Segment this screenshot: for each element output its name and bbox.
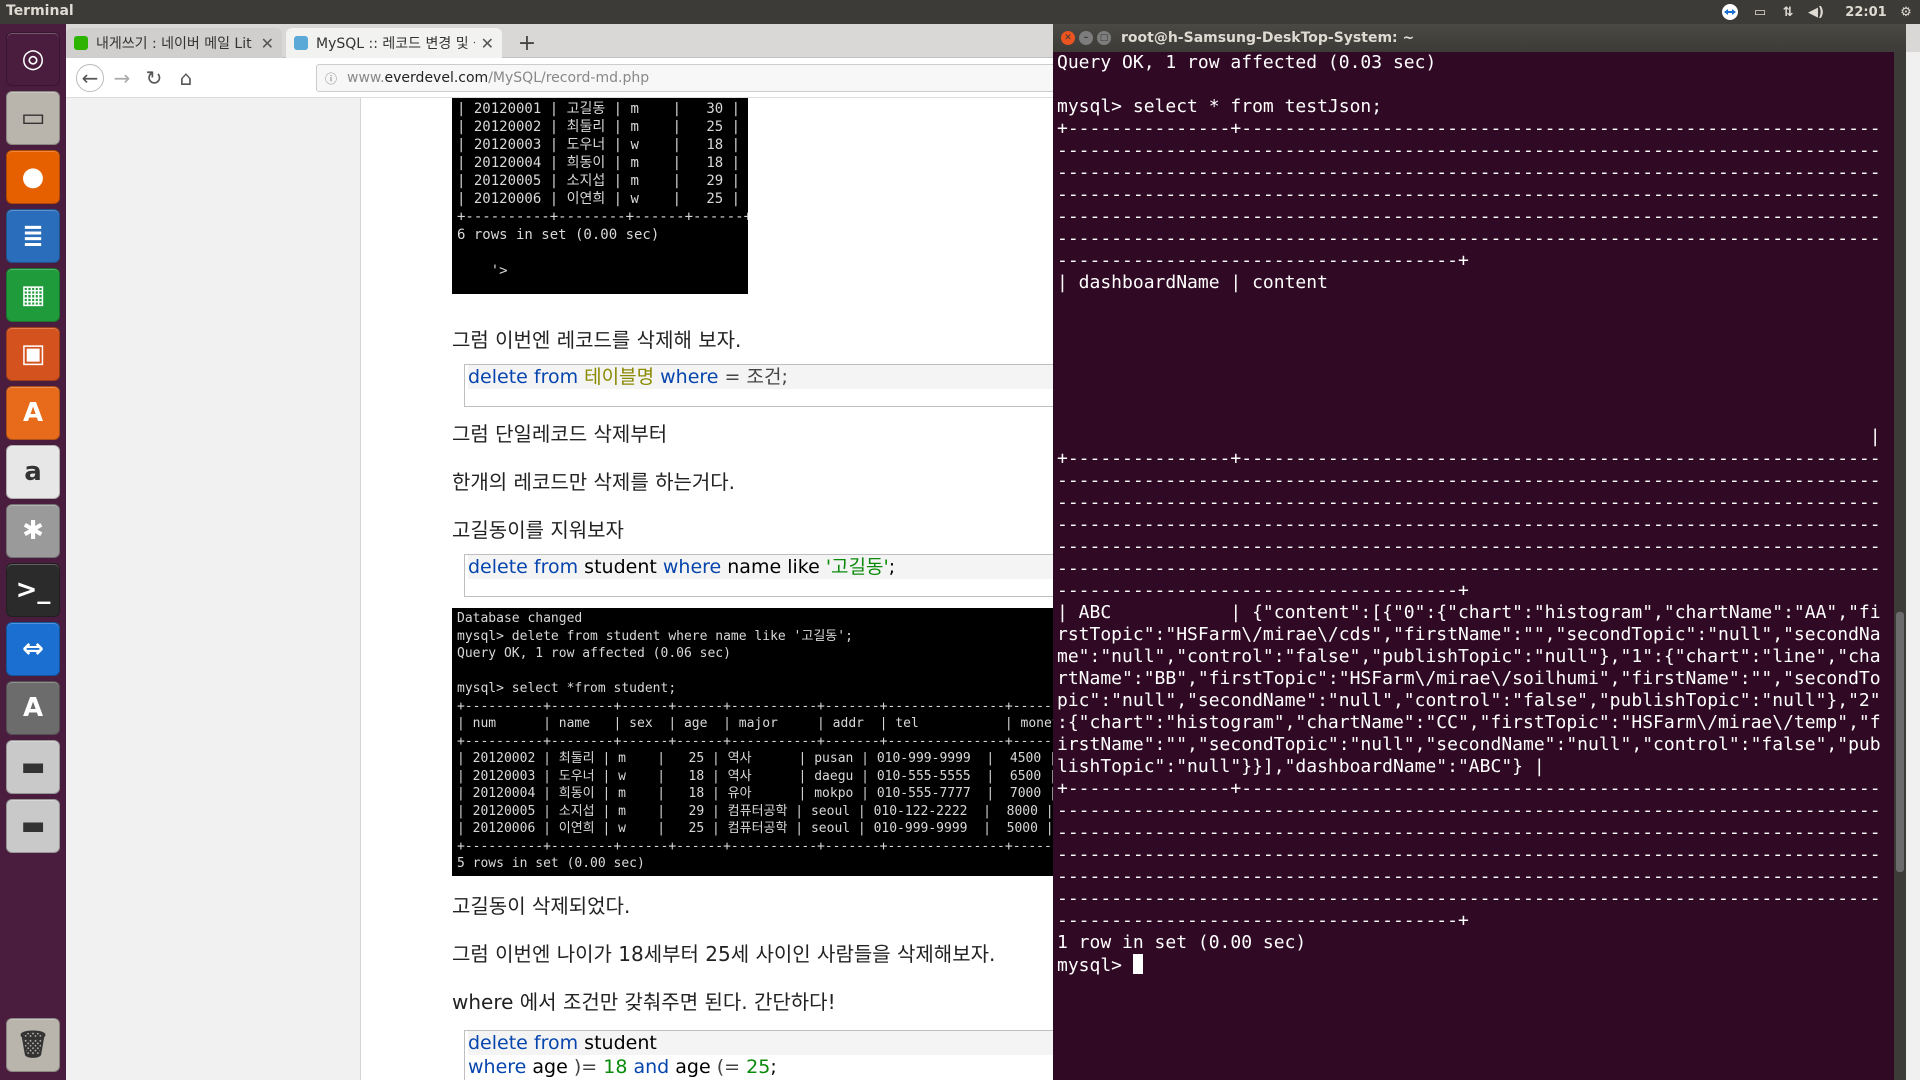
code-keyword: where xyxy=(660,366,719,388)
scrollbar-thumb[interactable] xyxy=(1896,612,1904,872)
code-keyword: delete from xyxy=(468,556,579,578)
code-string: '고길동' xyxy=(825,556,889,578)
files-icon[interactable]: ▭ xyxy=(6,91,60,145)
code-end: ; xyxy=(770,1056,777,1078)
teamviewer-icon[interactable] xyxy=(1718,0,1742,24)
terminal-scrollbar[interactable] xyxy=(1894,52,1906,1080)
close-button[interactable]: ✕ xyxy=(1061,31,1075,45)
home-button[interactable]: ⌂ xyxy=(172,64,200,92)
tab-mysql-record[interactable]: MySQL :: 레코드 변경 및 삭 ✕ xyxy=(286,28,502,58)
terminal-output[interactable]: Query OK, 1 row affected (0.03 sec) mysq… xyxy=(1053,52,1893,1080)
network-icon[interactable]: ⇅ xyxy=(1778,0,1798,24)
site-info-icon[interactable]: ⓘ xyxy=(325,70,337,87)
paragraph: 그럼 단일레코드 삭제부터 xyxy=(452,422,668,446)
software-updater-icon[interactable]: A xyxy=(6,681,60,735)
launcher: ◎ ▭ ● ≣ ▦ ▣ Aa ✱ >_ ⇔ A ▬ ▬ 🗑 xyxy=(0,24,66,1080)
keyboard-icon[interactable]: ▭ xyxy=(1748,0,1772,24)
url-bar[interactable]: ⓘ www. everdevel.com/MySQL/record-md.php xyxy=(316,64,1116,92)
reload-button[interactable]: ↻ xyxy=(140,64,168,92)
top-panel: Terminal ▭ ⇅ ◀) 22:01 ⚙ xyxy=(0,0,1920,24)
code-column: age xyxy=(675,1056,711,1078)
code-keyword: where xyxy=(662,556,722,578)
volume-icon[interactable]: ◀) xyxy=(1804,0,1828,24)
article-content: | 20120001 | 고길동 | m | 30 | | 20120002 |… xyxy=(386,98,1224,1080)
maximize-button[interactable]: □ xyxy=(1097,31,1111,45)
code-table: student xyxy=(584,1032,657,1054)
tab-title: 내게쓰기 : 네이버 메일 Lit xyxy=(96,36,252,52)
code-column: age xyxy=(532,1056,568,1078)
software-center-icon[interactable]: A xyxy=(6,386,60,440)
close-tab-icon[interactable]: ✕ xyxy=(481,34,494,53)
code-keyword: where xyxy=(468,1056,527,1078)
back-button[interactable]: ← xyxy=(76,64,104,92)
tab-title: MySQL :: 레코드 변경 및 삭 xyxy=(316,36,475,52)
amazon-icon[interactable]: a xyxy=(6,445,60,499)
code-rest: = 조건; xyxy=(724,366,788,388)
paragraph: 고길동이를 지워보자 xyxy=(452,518,624,542)
active-window-title: Terminal xyxy=(6,3,74,19)
everdevel-favicon-icon xyxy=(294,36,308,50)
code-end: ; xyxy=(888,556,896,578)
writer-icon[interactable]: ≣ xyxy=(6,209,60,263)
paragraph: 한개의 레코드만 삭제를 하는거다. xyxy=(452,470,736,494)
page-scrollbar[interactable] xyxy=(1906,52,1920,1080)
paragraph: where 에서 조건만 갖춰주면 된다. 간단하다! xyxy=(452,990,836,1014)
paragraph: 고길동이 삭제되었다. xyxy=(452,894,631,918)
clock[interactable]: 22:01 xyxy=(1844,0,1888,24)
terminal-screenshot-1: | 20120001 | 고길동 | m | 30 | | 20120002 |… xyxy=(452,98,748,294)
paragraph: 그럼 이번엔 레코드를 삭제해 보자. xyxy=(452,328,742,352)
code-keyword: delete from xyxy=(468,1032,579,1054)
naver-favicon-icon xyxy=(74,36,88,50)
terminal-icon[interactable]: >_ xyxy=(6,563,60,617)
teamviewer-icon[interactable]: ⇔ xyxy=(6,622,60,676)
close-tab-icon[interactable]: ✕ xyxy=(261,34,274,53)
code-keyword: delete from xyxy=(468,366,579,388)
settings-icon[interactable]: ✱ xyxy=(6,504,60,558)
text-cursor xyxy=(1132,954,1143,974)
forward-button[interactable]: → xyxy=(108,64,136,92)
calc-icon[interactable]: ▦ xyxy=(6,268,60,322)
code-table: student xyxy=(584,556,657,578)
code-operator: )= xyxy=(573,1056,598,1078)
drive-icon[interactable]: ▬ xyxy=(6,799,60,853)
url-prefix: www. xyxy=(347,70,385,86)
paragraph: 그럼 이번엔 나이가 18세부터 25세 사이인 사람들을 삭제해보자. xyxy=(452,942,996,966)
code-operator: (= xyxy=(716,1056,741,1078)
url-domain: everdevel.com xyxy=(384,70,489,86)
drive-icon[interactable]: ▬ xyxy=(6,740,60,794)
code-number: 25 xyxy=(746,1056,771,1078)
code-column: name like xyxy=(727,556,820,578)
terminal-title: root@h-Samsung-DeskTop-System: ~ xyxy=(1121,30,1415,46)
page-left-margin xyxy=(66,98,361,1080)
code-keyword: and xyxy=(633,1056,670,1078)
code-table: 테이블명 xyxy=(584,366,655,388)
ubuntu-dash-icon[interactable]: ◎ xyxy=(6,32,60,86)
url-path: /MySQL/record-md.php xyxy=(488,70,650,86)
code-number: 18 xyxy=(603,1056,628,1078)
gear-icon[interactable]: ⚙ xyxy=(1894,0,1918,24)
tab-naver-mail[interactable]: 내게쓰기 : 네이버 메일 Lit ✕ xyxy=(66,28,282,58)
terminal-titlebar[interactable]: ✕ – □ root@h-Samsung-DeskTop-System: ~ xyxy=(1053,24,1906,52)
terminal-window: ✕ – □ root@h-Samsung-DeskTop-System: ~ Q… xyxy=(1053,24,1906,1080)
impress-icon[interactable]: ▣ xyxy=(6,327,60,381)
terminal-screenshot-2: Database changed mysql> delete from stud… xyxy=(452,608,1100,876)
firefox-icon[interactable]: ● xyxy=(6,150,60,204)
trash-icon[interactable]: 🗑 xyxy=(6,1018,60,1072)
terminal-text: Query OK, 1 row affected (0.03 sec) mysq… xyxy=(1057,52,1881,953)
terminal-prompt: mysql> xyxy=(1057,955,1133,976)
minimize-button[interactable]: – xyxy=(1079,31,1093,45)
new-tab-button[interactable]: + xyxy=(512,28,542,58)
